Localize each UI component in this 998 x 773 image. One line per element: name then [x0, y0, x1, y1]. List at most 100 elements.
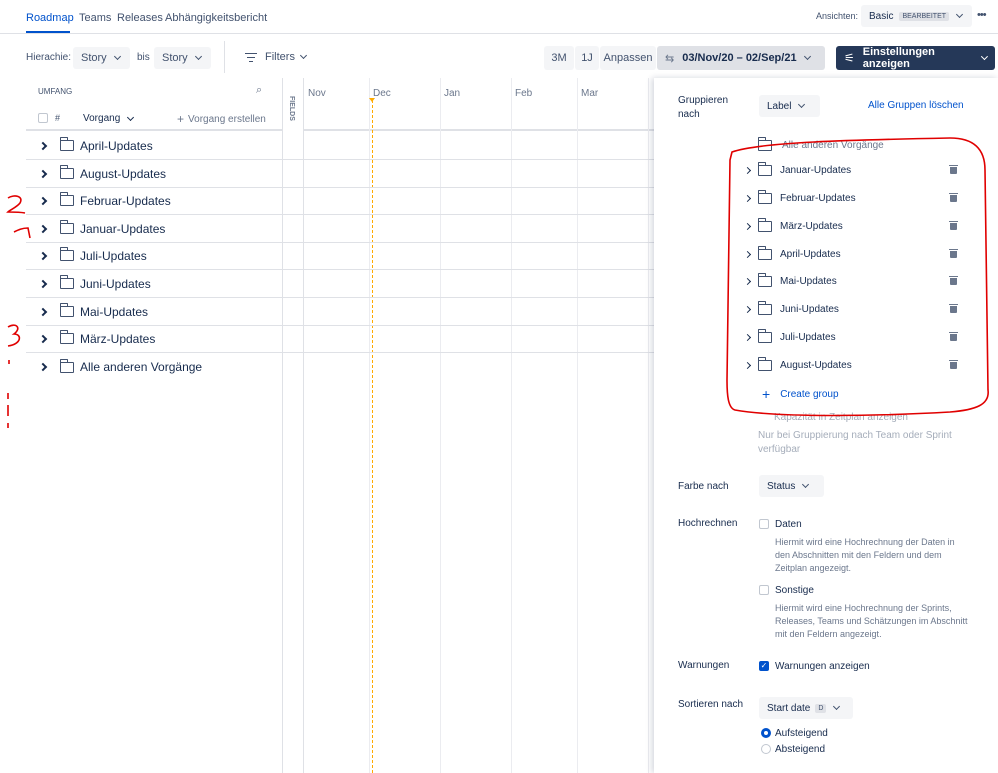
list-item[interactable]: Februar-Updates — [26, 187, 282, 215]
color-by-select[interactable]: Status — [759, 475, 824, 497]
hierarchy-to-select[interactable]: Story — [154, 47, 211, 69]
trash-icon[interactable] — [949, 331, 958, 341]
chevron-right-icon[interactable] — [743, 194, 752, 202]
view-select[interactable]: Basic BEARBEITET — [861, 5, 972, 27]
capacity-note: Nur bei Gruppierung nach Team oder Sprin… — [758, 430, 952, 455]
group-item[interactable]: Februar-Updates — [743, 184, 965, 212]
list-item[interactable]: März-Updates — [26, 325, 282, 353]
chevron-right-icon[interactable] — [38, 169, 48, 178]
list-item[interactable]: August-Updates — [26, 160, 282, 188]
sort-select[interactable]: Start date D — [759, 697, 853, 719]
sort-descending-radio[interactable] — [761, 744, 771, 754]
trash-icon[interactable] — [949, 164, 958, 174]
sort-badge: D — [815, 703, 827, 713]
search-icon[interactable]: ⌕ — [256, 84, 262, 97]
group-item[interactable]: März-Updates — [743, 212, 965, 240]
folder-icon — [757, 245, 772, 260]
folder-icon — [757, 137, 772, 151]
chevron-right-icon[interactable] — [38, 141, 48, 150]
chevron-down-icon — [981, 53, 989, 60]
month-mar: Mar — [581, 88, 599, 99]
group-label: März-Updates — [780, 220, 843, 232]
more-icon[interactable]: ••• — [977, 9, 987, 21]
group-by-select[interactable]: Label — [759, 95, 820, 117]
folder-icon — [59, 358, 74, 373]
trash-icon[interactable] — [949, 192, 958, 202]
month-dec: Dec — [373, 88, 391, 99]
view-settings-button[interactable]: ⚟ Einstellungen anzeigen — [836, 46, 995, 70]
chevron-right-icon[interactable] — [38, 251, 48, 260]
filters-button[interactable]: Filters — [245, 51, 307, 63]
rollup-other-label: Sonstige — [775, 585, 814, 596]
group-label: August-Updates — [80, 166, 167, 181]
trash-icon[interactable] — [949, 359, 958, 369]
rank-header: # — [55, 113, 61, 123]
rollup-dates-checkbox[interactable] — [759, 519, 769, 529]
trash-icon[interactable] — [949, 248, 958, 258]
group-item[interactable]: April-Updates — [743, 240, 965, 268]
month-feb: Feb — [515, 88, 533, 99]
chevron-down-icon — [113, 52, 121, 61]
list-item[interactable]: Alle anderen Vorgänge — [26, 353, 282, 381]
plus-icon: + — [762, 386, 771, 402]
list-item[interactable]: Juli-Updates — [26, 242, 282, 270]
chevron-right-icon[interactable] — [743, 222, 752, 230]
chevron-right-icon[interactable] — [38, 196, 48, 205]
group-item[interactable]: Januar-Updates — [743, 156, 965, 184]
list-item[interactable]: April-Updates — [26, 132, 282, 160]
hierarchy-from-select[interactable]: Story — [73, 47, 130, 69]
capacity-option: Kapazität in Zeitplan anzeigen — [774, 412, 908, 423]
trash-icon[interactable] — [949, 303, 958, 313]
rollup-other-checkbox[interactable] — [759, 585, 769, 595]
chevron-right-icon[interactable] — [743, 166, 752, 174]
folder-icon — [59, 275, 74, 289]
select-all-checkbox[interactable] — [38, 113, 48, 123]
group-item[interactable]: Mai-Updates — [743, 267, 965, 295]
trash-icon[interactable] — [949, 220, 958, 230]
create-issue-label: Vorgang erstellen — [188, 113, 266, 125]
chevron-right-icon[interactable] — [38, 224, 48, 233]
timeline-header — [304, 78, 654, 131]
tab-teams[interactable]: Teams — [79, 12, 111, 24]
group-label: Juli-Updates — [80, 248, 147, 263]
group-label: Alle anderen Vorgänge — [80, 360, 203, 374]
clear-groups-link[interactable]: Alle Gruppen löschen — [868, 100, 964, 111]
warnings-checkbox[interactable]: ✓ — [759, 661, 769, 671]
range-3m-button[interactable]: 3M — [544, 46, 574, 70]
folder-icon — [59, 303, 74, 317]
folder-icon — [59, 137, 74, 151]
group-label: Juni-Updates — [780, 303, 839, 315]
group-item[interactable]: Juni-Updates — [743, 295, 965, 323]
tab-dependencies[interactable]: Abhängigkeitsbericht — [165, 12, 267, 24]
month-jan: Jan — [444, 88, 461, 99]
issue-column-header[interactable]: Vorgang — [83, 113, 135, 124]
chevron-right-icon[interactable] — [743, 277, 752, 285]
chevron-right-icon[interactable] — [38, 334, 48, 343]
tab-releases[interactable]: Releases — [117, 12, 163, 24]
chevron-right-icon[interactable] — [38, 279, 48, 288]
chevron-right-icon[interactable] — [743, 361, 752, 369]
list-item[interactable]: Januar-Updates — [26, 215, 282, 243]
group-item[interactable]: August-Updates — [743, 351, 965, 379]
create-group-button[interactable]: + Create group — [762, 386, 839, 402]
folder-icon — [59, 220, 74, 234]
annotation-mark — [6, 195, 26, 214]
fields-label: FIELDS — [288, 96, 295, 121]
chevron-right-icon[interactable] — [743, 333, 752, 341]
list-item[interactable]: Mai-Updates — [26, 298, 282, 326]
list-item[interactable]: Juni-Updates — [26, 270, 282, 298]
trash-icon[interactable] — [949, 275, 958, 285]
folder-icon — [757, 300, 772, 315]
chevron-right-icon[interactable] — [743, 250, 752, 258]
chevron-right-icon[interactable] — [38, 362, 48, 372]
chevron-right-icon[interactable] — [38, 307, 48, 316]
range-1j-button[interactable]: 1J — [575, 46, 599, 70]
color-by-value: Status — [767, 480, 796, 492]
group-item[interactable]: Juli-Updates — [743, 323, 965, 351]
create-issue-button[interactable]: + Vorgang erstellen — [177, 112, 266, 126]
sort-ascending-radio[interactable] — [761, 728, 771, 738]
tab-roadmap[interactable]: Roadmap — [26, 12, 74, 24]
chevron-right-icon[interactable] — [743, 305, 752, 313]
date-range-select[interactable]: ⇆ 03/Nov/20 – 02/Sep/21 — [657, 46, 825, 70]
custom-range-button[interactable]: Anpassen — [600, 46, 656, 70]
